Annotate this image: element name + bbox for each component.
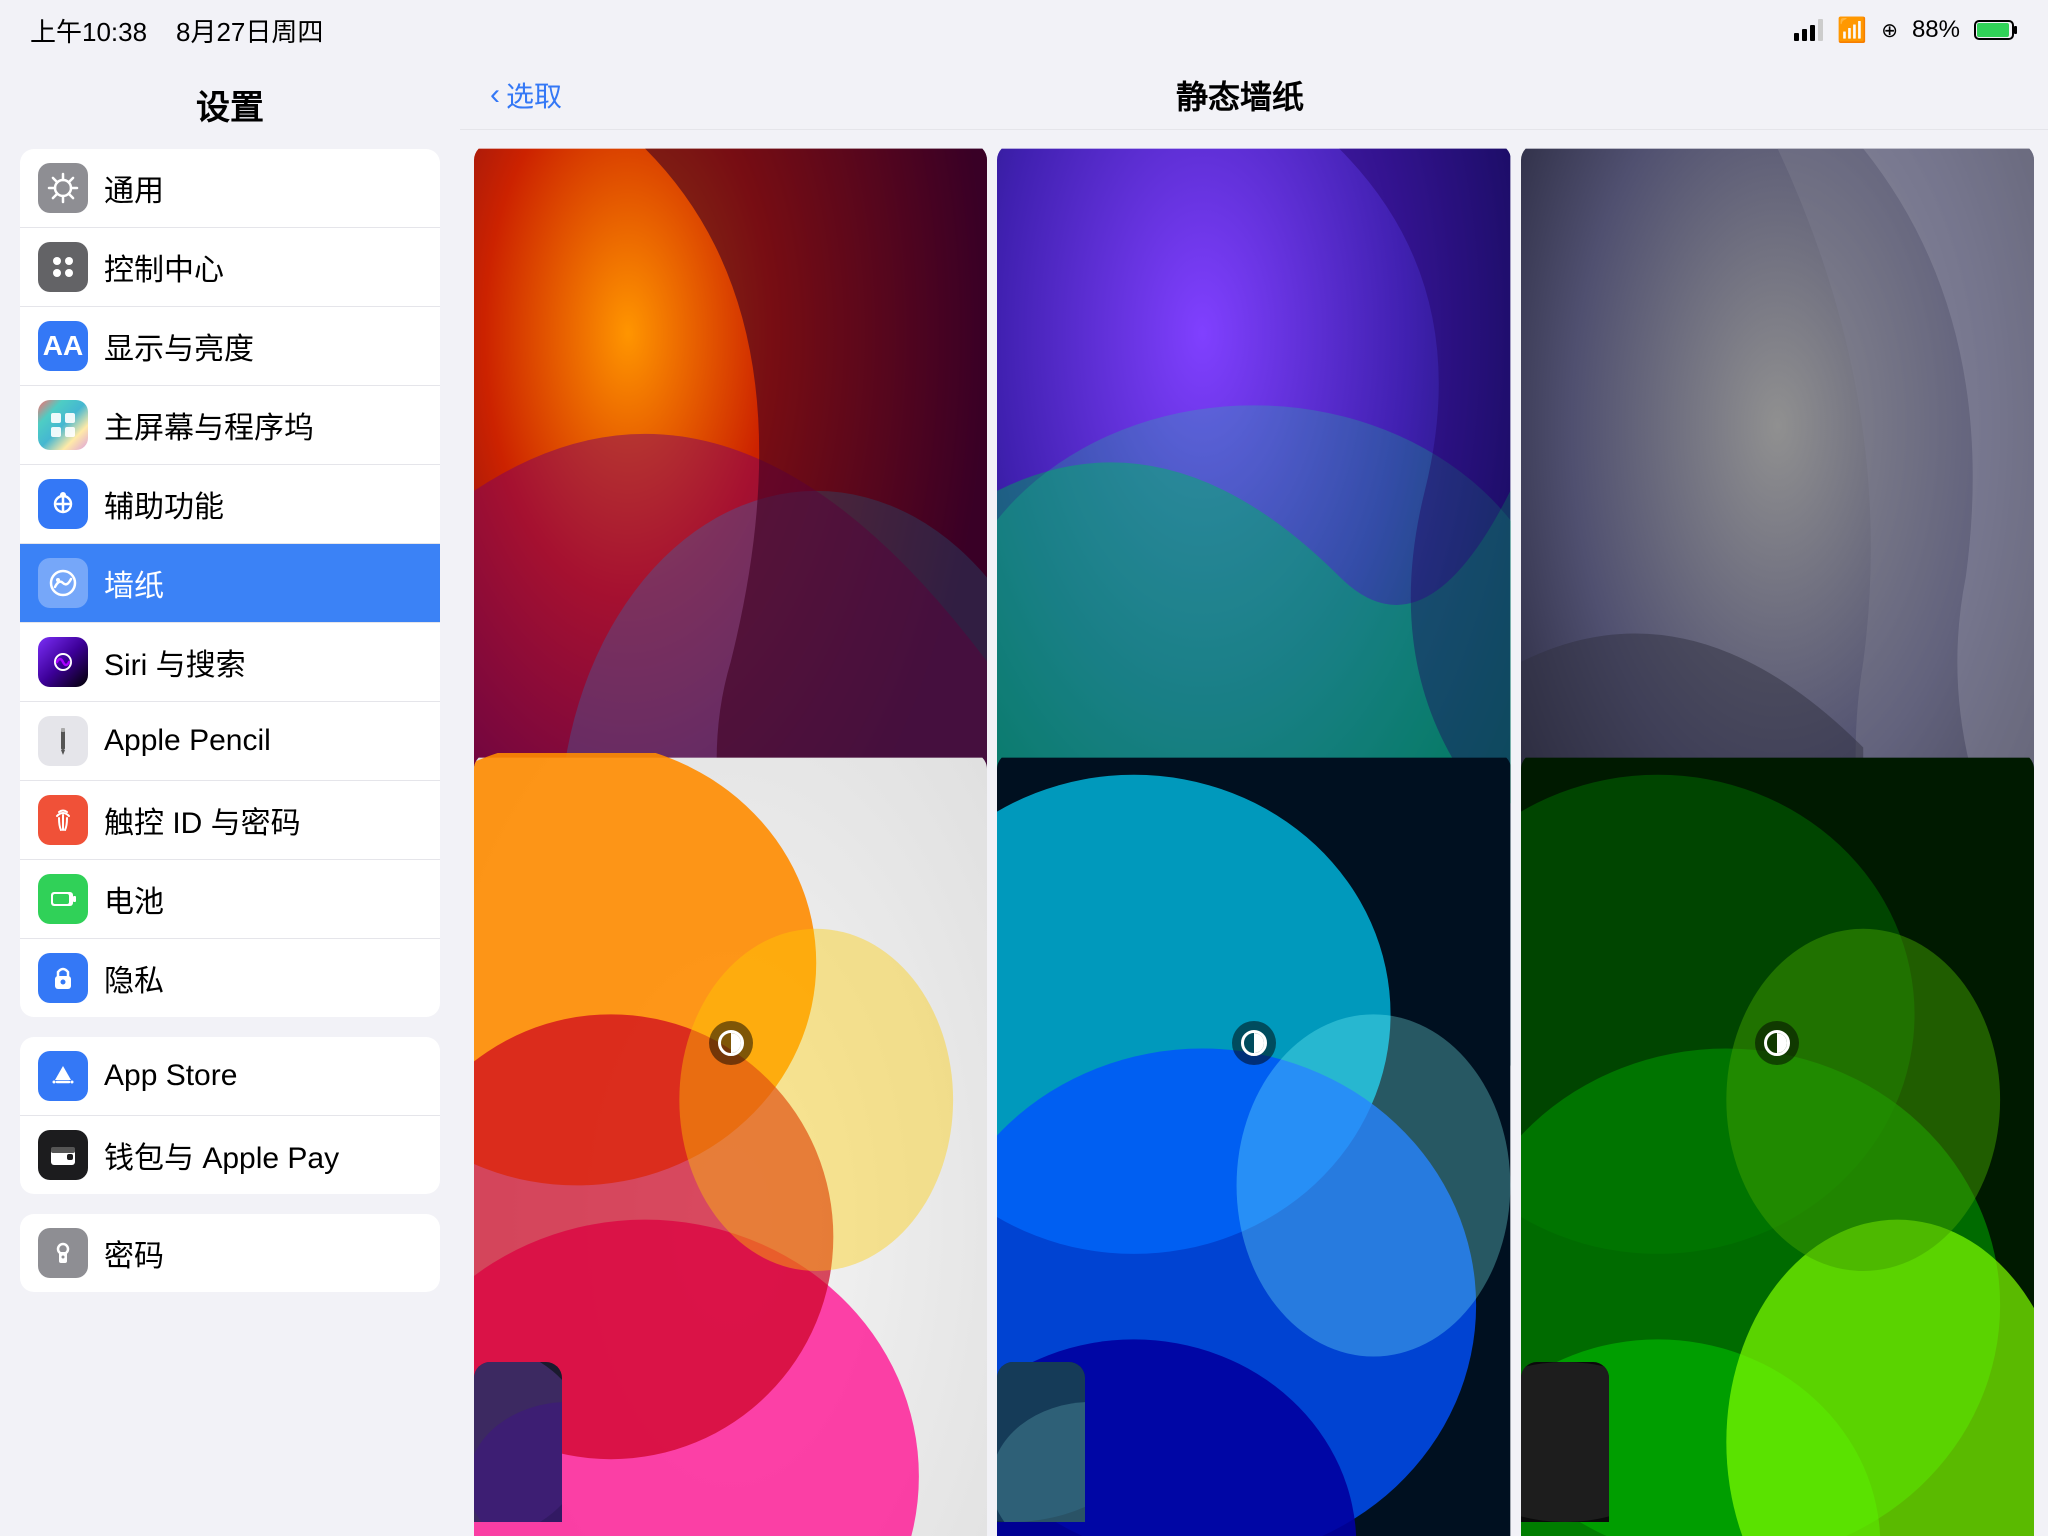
battery-label: 电池 <box>104 877 164 921</box>
location-icon: ⊕ <box>1881 18 1898 43</box>
wallpaper-label: 墙纸 <box>104 561 164 605</box>
battery-percentage: 88% <box>1912 16 1960 44</box>
display-label: 显示与亮度 <box>104 324 254 368</box>
sidebar-item-touchid[interactable]: 触控 ID 与密码 <box>20 781 440 860</box>
wallpaper-toggle-3[interactable] <box>1755 1021 1799 1065</box>
appstore-label: App Store <box>104 1059 237 1093</box>
wallpaper-item-7[interactable] <box>474 1362 562 1522</box>
sidebar-item-accessibility[interactable]: 辅助功能 <box>20 465 440 544</box>
display-icon: AA <box>38 321 88 371</box>
accessibility-label: 辅助功能 <box>104 482 224 526</box>
siri-label: Siri 与搜索 <box>104 640 246 684</box>
sidebar-item-privacy[interactable]: 隐私 <box>20 939 440 1017</box>
right-panel: ‹ 选取 静态墙纸 <box>460 60 2048 1536</box>
privacy-label: 隐私 <box>104 956 164 1000</box>
sidebar-item-password[interactable]: 密码 <box>20 1214 440 1292</box>
sidebar-item-siri[interactable]: Siri 与搜索 <box>20 623 440 702</box>
password-label: 密码 <box>104 1231 164 1275</box>
right-panel-title: 静态墙纸 <box>562 72 1918 118</box>
applepencil-label: Apple Pencil <box>104 724 271 758</box>
homescreen-icon <box>38 400 88 450</box>
main-layout: 设置 通用 控制中心 <box>0 60 2048 1536</box>
wallet-icon <box>38 1130 88 1180</box>
general-label: 通用 <box>104 166 164 210</box>
sidebar-item-display[interactable]: AA 显示与亮度 <box>20 307 440 386</box>
right-header: ‹ 选取 静态墙纸 <box>460 60 2048 130</box>
privacy-icon <box>38 953 88 1003</box>
signal-icon <box>1794 19 1823 41</box>
battery-menu-icon <box>38 874 88 924</box>
accessibility-icon <box>38 479 88 529</box>
general-icon <box>38 163 88 213</box>
sidebar-item-applepencil[interactable]: Apple Pencil <box>20 702 440 781</box>
controlcenter-label: 控制中心 <box>104 245 224 289</box>
wallpaper-toggle-1[interactable] <box>709 1021 753 1065</box>
applepencil-icon <box>38 716 88 766</box>
sidebar-title: 设置 <box>0 70 460 149</box>
sidebar-item-wallpaper[interactable]: 墙纸 <box>20 544 440 623</box>
homescreen-label: 主屏幕与程序坞 <box>104 403 314 447</box>
status-indicators: 📶 ⊕ 88% <box>1794 16 2018 45</box>
battery-icon <box>1974 19 2018 41</box>
status-time-date: 上午10:38 8月27日周四 <box>30 12 323 49</box>
password-icon <box>38 1228 88 1278</box>
status-bar: 上午10:38 8月27日周四 📶 ⊕ 88% <box>0 0 2048 60</box>
sidebar-item-battery[interactable]: 电池 <box>20 860 440 939</box>
sidebar-item-homescreen[interactable]: 主屏幕与程序坞 <box>20 386 440 465</box>
sidebar-group-3: 密码 <box>20 1214 440 1292</box>
wallpaper-item-9[interactable] <box>1521 1362 1609 1522</box>
sidebar-item-wallet[interactable]: 钱包与 Apple Pay <box>20 1116 440 1194</box>
back-chevron-icon: ‹ <box>490 80 500 110</box>
sidebar: 设置 通用 控制中心 <box>0 60 460 1536</box>
touchid-icon <box>38 795 88 845</box>
wallpaper-item-8[interactable] <box>997 1362 1085 1522</box>
back-label: 选取 <box>506 75 562 115</box>
sidebar-item-general[interactable]: 通用 <box>20 149 440 228</box>
controlcenter-icon <box>38 242 88 292</box>
sidebar-item-controlcenter[interactable]: 控制中心 <box>20 228 440 307</box>
sidebar-group-2: App Store 钱包与 Apple Pay <box>20 1037 440 1194</box>
wallpaper-icon <box>38 558 88 608</box>
back-button[interactable]: ‹ 选取 <box>490 75 562 115</box>
wallet-label: 钱包与 Apple Pay <box>104 1133 339 1177</box>
sidebar-item-appstore[interactable]: App Store <box>20 1037 440 1116</box>
wallpaper-grid <box>460 130 2048 1536</box>
appstore-icon <box>38 1051 88 1101</box>
wifi-icon: 📶 <box>1837 16 1867 45</box>
siri-icon <box>38 637 88 687</box>
wallpaper-toggle-2[interactable] <box>1232 1021 1276 1065</box>
sidebar-group-1: 通用 控制中心 AA 显示与亮度 <box>20 149 440 1017</box>
touchid-label: 触控 ID 与密码 <box>104 798 301 842</box>
